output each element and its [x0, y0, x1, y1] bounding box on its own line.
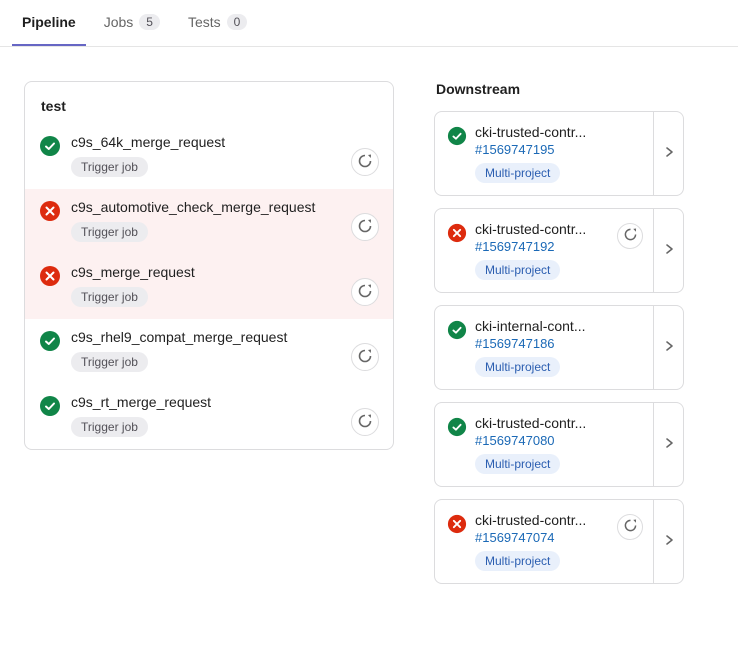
trigger-job-badge: Trigger job — [71, 417, 148, 437]
trigger-job-badge: Trigger job — [71, 287, 148, 307]
expand-button[interactable] — [653, 403, 683, 486]
downstream-card: cki-internal-cont... #1569747186 Multi-p… — [434, 305, 684, 390]
pipeline-content: test c9s_64k_merge_request Trigger job c… — [0, 47, 738, 626]
downstream-name: cki-trusted-contr... — [475, 221, 609, 237]
downstream-card: cki-trusted-contr... #1569747195 Multi-p… — [434, 111, 684, 196]
x-circle-icon — [447, 514, 467, 534]
expand-button[interactable] — [653, 209, 683, 292]
retry-button[interactable] — [351, 343, 379, 371]
tab-count: 5 — [139, 14, 160, 30]
retry-icon — [624, 519, 637, 535]
tab-tests[interactable]: Tests 0 — [178, 0, 257, 46]
retry-icon — [358, 219, 372, 236]
downstream-info: cki-trusted-contr... #1569747192 Multi-p… — [475, 221, 609, 280]
pipeline-id-link[interactable]: #1569747186 — [475, 336, 643, 351]
check-circle-icon — [39, 135, 61, 157]
pipeline-id-link[interactable]: #1569747192 — [475, 239, 609, 254]
pipeline-id-link[interactable]: #1569747195 — [475, 142, 643, 157]
downstream-info: cki-trusted-contr... #1569747195 Multi-p… — [475, 124, 643, 183]
tab-jobs[interactable]: Jobs 5 — [94, 0, 170, 46]
x-circle-icon — [39, 200, 61, 222]
chevron-right-icon — [662, 339, 676, 356]
multi-project-badge: Multi-project — [475, 551, 560, 571]
downstream-column: Downstream cki-trusted-contr... #1569747… — [434, 81, 684, 596]
tab-label: Jobs — [104, 14, 134, 30]
retry-button[interactable] — [351, 408, 379, 436]
retry-button[interactable] — [351, 148, 379, 176]
downstream-title: Downstream — [434, 81, 684, 97]
job-name: c9s_merge_request — [71, 264, 341, 280]
downstream-card: cki-trusted-contr... #1569747192 Multi-p… — [434, 208, 684, 293]
check-circle-icon — [39, 330, 61, 352]
expand-button[interactable] — [653, 500, 683, 583]
retry-icon — [358, 414, 372, 431]
job-body: c9s_merge_request Trigger job — [71, 264, 341, 307]
multi-project-badge: Multi-project — [475, 454, 560, 474]
downstream-name: cki-trusted-contr... — [475, 512, 609, 528]
downstream-card: cki-trusted-contr... #1569747080 Multi-p… — [434, 402, 684, 487]
retry-button[interactable] — [351, 213, 379, 241]
downstream-info: cki-trusted-contr... #1569747080 Multi-p… — [475, 415, 643, 474]
job-body: c9s_automotive_check_merge_request Trigg… — [71, 199, 341, 242]
check-circle-icon — [447, 417, 467, 437]
tab-label: Tests — [188, 14, 221, 30]
stage-title: test — [25, 82, 393, 124]
downstream-info: cki-internal-cont... #1569747186 Multi-p… — [475, 318, 643, 377]
downstream-name: cki-trusted-contr... — [475, 415, 643, 431]
retry-icon — [358, 284, 372, 301]
downstream-name: cki-trusted-contr... — [475, 124, 643, 140]
multi-project-badge: Multi-project — [475, 260, 560, 280]
tab-count: 0 — [227, 14, 248, 30]
chevron-right-icon — [662, 242, 676, 259]
job-name: c9s_rt_merge_request — [71, 394, 341, 410]
downstream-info: cki-trusted-contr... #1569747074 Multi-p… — [475, 512, 609, 571]
job-row[interactable]: c9s_rt_merge_request Trigger job — [25, 384, 393, 449]
chevron-right-icon — [662, 145, 676, 162]
job-name: c9s_rhel9_compat_merge_request — [71, 329, 341, 345]
downstream-name: cki-internal-cont... — [475, 318, 643, 334]
x-circle-icon — [39, 265, 61, 287]
downstream-main[interactable]: cki-trusted-contr... #1569747080 Multi-p… — [435, 403, 653, 486]
downstream-main[interactable]: cki-trusted-contr... #1569747192 Multi-p… — [435, 209, 653, 292]
trigger-job-badge: Trigger job — [71, 222, 148, 242]
pipeline-id-link[interactable]: #1569747080 — [475, 433, 643, 448]
job-row[interactable]: c9s_automotive_check_merge_request Trigg… — [25, 189, 393, 254]
trigger-job-badge: Trigger job — [71, 157, 148, 177]
trigger-job-badge: Trigger job — [71, 352, 148, 372]
chevron-right-icon — [662, 436, 676, 453]
retry-button[interactable] — [351, 278, 379, 306]
job-row[interactable]: c9s_64k_merge_request Trigger job — [25, 124, 393, 189]
job-row[interactable]: c9s_rhel9_compat_merge_request Trigger j… — [25, 319, 393, 384]
retry-icon — [358, 349, 372, 366]
check-circle-icon — [447, 126, 467, 146]
downstream-card: cki-trusted-contr... #1569747074 Multi-p… — [434, 499, 684, 584]
chevron-right-icon — [662, 533, 676, 550]
x-circle-icon — [447, 223, 467, 243]
multi-project-badge: Multi-project — [475, 163, 560, 183]
job-name: c9s_automotive_check_merge_request — [71, 199, 341, 215]
job-body: c9s_rhel9_compat_merge_request Trigger j… — [71, 329, 341, 372]
downstream-main[interactable]: cki-internal-cont... #1569747186 Multi-p… — [435, 306, 653, 389]
retry-icon — [358, 154, 372, 171]
multi-project-badge: Multi-project — [475, 357, 560, 377]
tab-label: Pipeline — [22, 14, 76, 30]
downstream-main[interactable]: cki-trusted-contr... #1569747074 Multi-p… — [435, 500, 653, 583]
expand-button[interactable] — [653, 306, 683, 389]
retry-button[interactable] — [617, 514, 643, 540]
job-row[interactable]: c9s_merge_request Trigger job — [25, 254, 393, 319]
check-circle-icon — [39, 395, 61, 417]
retry-icon — [624, 228, 637, 244]
job-body: c9s_rt_merge_request Trigger job — [71, 394, 341, 437]
downstream-main[interactable]: cki-trusted-contr... #1569747195 Multi-p… — [435, 112, 653, 195]
job-body: c9s_64k_merge_request Trigger job — [71, 134, 341, 177]
job-name: c9s_64k_merge_request — [71, 134, 341, 150]
retry-button[interactable] — [617, 223, 643, 249]
stage-card: test c9s_64k_merge_request Trigger job c… — [24, 81, 394, 450]
tab-pipeline[interactable]: Pipeline — [12, 0, 86, 46]
expand-button[interactable] — [653, 112, 683, 195]
check-circle-icon — [447, 320, 467, 340]
tabs: Pipeline Jobs 5 Tests 0 — [0, 0, 738, 47]
pipeline-id-link[interactable]: #1569747074 — [475, 530, 609, 545]
